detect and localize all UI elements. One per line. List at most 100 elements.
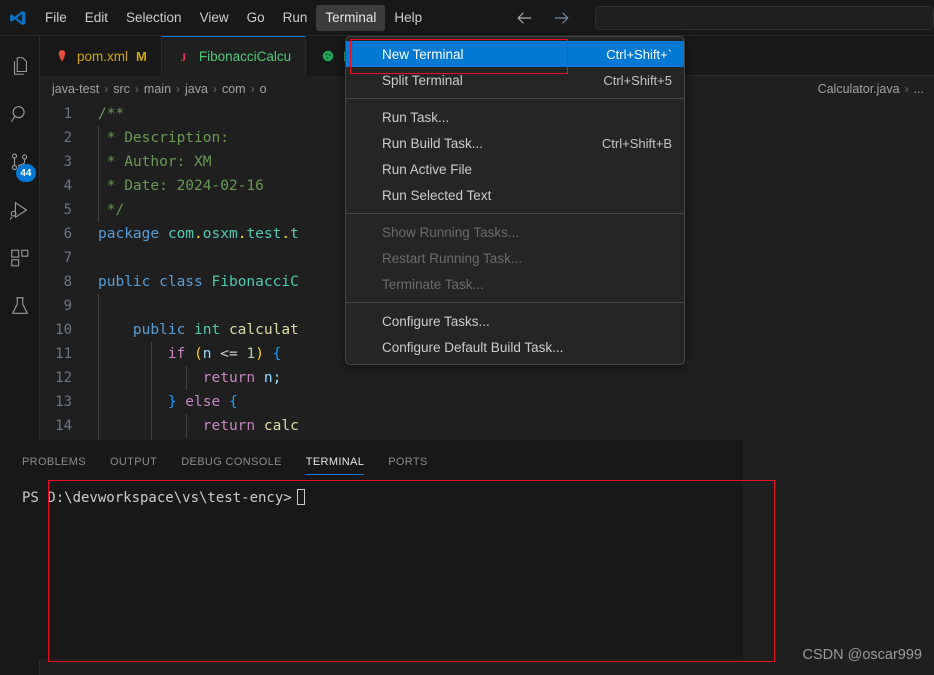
search-icon: [9, 103, 31, 130]
code-token: return: [202, 370, 264, 386]
cucumber-icon: [320, 48, 336, 64]
editor-tab-dirty-indicator: M: [136, 48, 147, 64]
menu-bar: File Edit Selection View Go Run Terminal…: [36, 3, 431, 33]
chevron-right-icon: ›: [250, 82, 255, 96]
panel-tab-debug-console[interactable]: DEBUG CONSOLE: [181, 456, 282, 475]
panel-tab-bar: PROBLEMS OUTPUT DEBUG CONSOLE TERMINAL P…: [8, 440, 743, 475]
code-token: int: [194, 322, 229, 338]
menu-item-restart-running-task: Restart Running Task...: [346, 245, 684, 271]
terminal-menu-dropdown[interactable]: New Terminal Ctrl+Shift+` Split Terminal Ct…: [345, 36, 685, 365]
menu-edit[interactable]: Edit: [76, 5, 117, 31]
arrow-left-icon[interactable]: [513, 7, 535, 29]
code-line: 14 return calc: [40, 414, 934, 438]
breadcrumb-item[interactable]: java: [185, 82, 208, 96]
menu-item-configure-tasks[interactable]: Configure Tasks...: [346, 308, 684, 334]
line-number: 5: [63, 202, 72, 218]
breadcrumb-item[interactable]: java-test: [52, 82, 99, 96]
code-token: * Description:: [98, 130, 229, 146]
indent-guide: [98, 150, 99, 174]
editor-tab-pom-xml[interactable]: pom.xml M: [40, 36, 162, 76]
menu-item-run-build-task[interactable]: Run Build Task... Ctrl+Shift+B: [346, 130, 684, 156]
sidebar-item-run-and-debug[interactable]: [0, 188, 40, 236]
menu-help[interactable]: Help: [385, 5, 431, 31]
indent-guide: [98, 414, 99, 438]
code-token: osxm: [202, 226, 238, 242]
menu-item-configure-default-build-task[interactable]: Configure Default Build Task...: [346, 334, 684, 360]
code-token: {: [228, 394, 238, 410]
menu-go[interactable]: Go: [238, 5, 274, 31]
code-token: if: [167, 346, 195, 362]
chevron-right-icon: ›: [104, 82, 109, 96]
menu-item-run-task[interactable]: Run Task...: [346, 104, 684, 130]
editor-tab-fibonacci-calculator-java[interactable]: J FibonacciCalcu: [161, 36, 307, 76]
bottom-panel: PROBLEMS OUTPUT DEBUG CONSOLE TERMINAL P…: [8, 440, 743, 659]
sidebar-item-explorer[interactable]: [0, 44, 40, 92]
menu-item-new-terminal[interactable]: New Terminal Ctrl+Shift+`: [346, 41, 684, 67]
terminal-output[interactable]: PS D:\devworkspace\vs\test-ency>: [8, 475, 743, 508]
code-line-content: return calc: [84, 414, 934, 438]
menu-selection[interactable]: Selection: [117, 5, 191, 31]
menu-file[interactable]: File: [36, 5, 76, 31]
breadcrumb-item[interactable]: com: [222, 82, 246, 96]
vscode-logo-icon: [0, 0, 36, 36]
breadcrumb-item[interactable]: o: [260, 82, 267, 96]
menu-item-run-active-file[interactable]: Run Active File: [346, 156, 684, 182]
indent-guide: [151, 390, 152, 414]
terminal-prompt: PS D:\devworkspace\vs\test-ency>: [22, 490, 292, 506]
chevron-right-icon: ›: [904, 82, 909, 96]
menu-run[interactable]: Run: [274, 5, 317, 31]
sidebar-item-source-control[interactable]: 44: [0, 140, 40, 188]
menu-item-label: Configure Tasks...: [382, 313, 490, 329]
code-line-content: } else {: [84, 390, 934, 414]
code-token: calculat: [228, 322, 299, 338]
menu-separator: [346, 302, 684, 303]
panel-tab-problems[interactable]: PROBLEMS: [22, 456, 86, 475]
code-token: FibonacciC: [211, 274, 299, 290]
menu-item-label: Split Terminal: [382, 72, 463, 88]
indent-guide: [98, 126, 99, 150]
indent-guide: [98, 390, 99, 414]
breadcrumb-item[interactable]: src: [113, 82, 130, 96]
menu-item-label: Run Build Task...: [382, 135, 484, 151]
indent-guide: [186, 414, 187, 438]
code-token: package: [98, 226, 168, 242]
line-number: 6: [63, 226, 72, 242]
code-token: calc: [263, 418, 299, 434]
menu-terminal[interactable]: Terminal: [316, 4, 386, 31]
line-number: 11: [55, 346, 72, 362]
panel-tab-terminal[interactable]: TERMINAL: [305, 456, 365, 475]
code-token: test: [246, 226, 282, 242]
breadcrumb-item[interactable]: Calculator.java: [818, 82, 900, 96]
code-token: public: [98, 274, 160, 290]
code-token: (: [194, 346, 203, 362]
sidebar-item-search[interactable]: [0, 92, 40, 140]
line-number: 8: [63, 274, 72, 290]
arrow-right-icon[interactable]: [551, 7, 573, 29]
line-number: 7: [63, 250, 72, 266]
menu-item-run-selected-text[interactable]: Run Selected Text: [346, 182, 684, 208]
chevron-right-icon: ›: [212, 82, 217, 96]
menu-item-label: Run Selected Text: [382, 187, 492, 203]
breadcrumb-item[interactable]: main: [144, 82, 171, 96]
indent-guide: [98, 174, 99, 198]
code-line: 12 return n;: [40, 366, 934, 390]
panel-tab-output[interactable]: OUTPUT: [110, 456, 157, 475]
code-token: /**: [98, 106, 125, 122]
menu-view[interactable]: View: [191, 5, 238, 31]
menu-item-show-running-tasks: Show Running Tasks...: [346, 219, 684, 245]
code-token: }: [167, 394, 177, 410]
panel-tab-ports[interactable]: PORTS: [388, 456, 427, 475]
breadcrumb-item[interactable]: ...: [914, 82, 924, 96]
extensions-icon: [9, 247, 31, 274]
sidebar-item-extensions[interactable]: [0, 236, 40, 284]
menu-item-split-terminal[interactable]: Split Terminal Ctrl+Shift+5: [346, 67, 684, 93]
indent-guide: [151, 366, 152, 390]
code-token: else: [176, 394, 229, 410]
menu-item-label: Run Task...: [382, 109, 450, 125]
indent-guide: [98, 318, 99, 342]
command-center-input[interactable]: [595, 5, 934, 30]
sidebar-item-testing[interactable]: [0, 284, 40, 332]
beaker-icon: [9, 295, 31, 322]
code-token: com: [167, 226, 195, 242]
